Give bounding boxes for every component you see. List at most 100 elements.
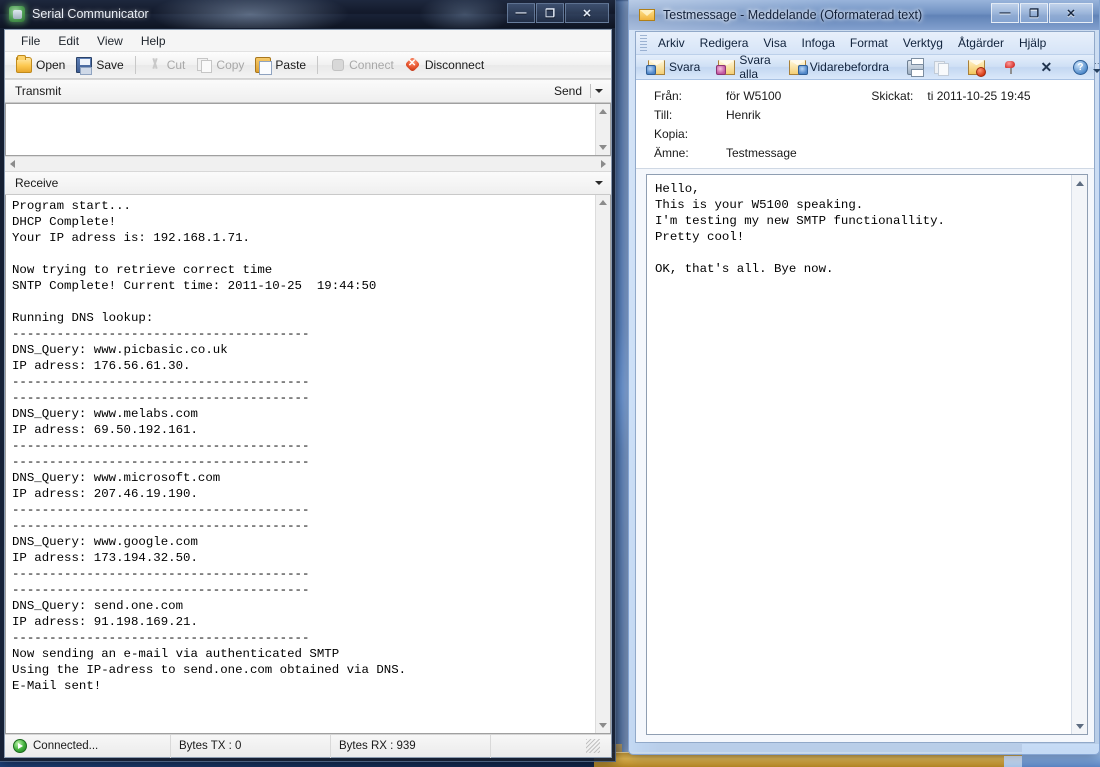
print-button[interactable] bbox=[903, 58, 928, 77]
scissors-icon bbox=[147, 57, 163, 73]
send-button[interactable]: Send bbox=[546, 82, 590, 100]
reply-all-button[interactable]: Svara alla bbox=[714, 51, 774, 83]
resize-grip-icon[interactable] bbox=[586, 739, 600, 753]
copy-icon bbox=[933, 60, 950, 75]
serial-window-controls[interactable]: — ❐ ✕ bbox=[507, 3, 609, 23]
serial-window-body: File Edit View Help Open Save Cut bbox=[4, 29, 612, 758]
menu-item-atgarder[interactable]: Åtgärder bbox=[951, 33, 1011, 53]
transmit-section-header: Transmit Send bbox=[5, 79, 611, 103]
scroll-up-icon[interactable] bbox=[1072, 175, 1088, 191]
mail-body-area[interactable]: Hello, This is your W5100 speaking. I'm … bbox=[646, 174, 1088, 735]
maximize-button[interactable]: ❐ bbox=[1020, 3, 1048, 23]
close-button[interactable]: ✕ bbox=[565, 3, 609, 23]
menu-item-redigera[interactable]: Redigera bbox=[693, 33, 756, 53]
close-button[interactable]: ✕ bbox=[1049, 3, 1093, 23]
mail-window-controls[interactable]: — ❐ ✕ bbox=[991, 3, 1093, 23]
mail-body-vertical-scrollbar[interactable] bbox=[1071, 175, 1087, 734]
transmit-horizontal-scrollbar[interactable] bbox=[5, 156, 611, 171]
serial-toolbar[interactable]: Open Save Cut Copy Paste bbox=[5, 52, 611, 79]
menu-item-arkiv[interactable]: Arkiv bbox=[651, 33, 692, 53]
toolbar-overflow-button[interactable]: ·· bbox=[1093, 56, 1100, 79]
serial-menu-bar[interactable]: File Edit View Help bbox=[5, 30, 611, 52]
scroll-up-icon[interactable] bbox=[596, 195, 611, 210]
flag-icon bbox=[1003, 60, 1020, 75]
to-value[interactable]: Henrik bbox=[726, 108, 761, 122]
transmit-label: Transmit bbox=[15, 84, 61, 98]
receive-console-text: Program start... DHCP Complete! Your IP … bbox=[12, 198, 593, 731]
open-button[interactable]: Open bbox=[11, 55, 70, 75]
background-window-blue-edge bbox=[1004, 756, 1022, 767]
cut-button-label: Cut bbox=[167, 58, 186, 72]
scroll-up-icon[interactable] bbox=[596, 104, 611, 119]
to-label: Till: bbox=[654, 108, 726, 122]
reply-button[interactable]: Svara bbox=[644, 58, 704, 77]
flag-button[interactable] bbox=[999, 58, 1024, 77]
scroll-right-icon[interactable] bbox=[596, 157, 611, 172]
serial-title-bar[interactable]: Serial Communicator — ❐ ✕ bbox=[0, 0, 615, 28]
mail-cc-row: Kopia: bbox=[654, 127, 1084, 141]
transmit-vertical-scrollbar[interactable] bbox=[595, 104, 610, 155]
toolbar-separator bbox=[135, 56, 136, 74]
scroll-down-icon[interactable] bbox=[596, 718, 611, 733]
serial-communicator-window[interactable]: Serial Communicator — ❐ ✕ File Edit View… bbox=[0, 0, 616, 762]
receive-section: Receive Program start... DHCP Complete! … bbox=[5, 171, 611, 734]
mail-title-bar[interactable]: Testmessage - Meddelande (Oformaterad te… bbox=[629, 0, 1099, 30]
scroll-left-icon[interactable] bbox=[5, 157, 20, 172]
copy-button bbox=[929, 58, 954, 77]
menu-item-hjalp[interactable]: Hjälp bbox=[1012, 33, 1053, 53]
forward-button[interactable]: Vidarebefordra bbox=[785, 58, 893, 77]
scroll-down-icon[interactable] bbox=[1072, 718, 1088, 734]
menu-item-infoga[interactable]: Infoga bbox=[795, 33, 842, 53]
mail-from-row: Från: för W5100 Skickat: ti 2011-10-25 1… bbox=[654, 89, 1084, 103]
folder-open-icon bbox=[16, 57, 32, 73]
receive-label: Receive bbox=[15, 176, 58, 190]
mail-toolbar[interactable]: Svara Svara alla Vidarebefordra bbox=[636, 55, 1094, 80]
disconnect-icon bbox=[405, 57, 421, 73]
send-options-chevron-down-icon[interactable] bbox=[591, 82, 607, 100]
minimize-button[interactable]: — bbox=[507, 3, 535, 23]
mail-window-body: Arkiv Redigera Visa Infoga Format Verkty… bbox=[635, 31, 1095, 743]
help-button[interactable]: ? bbox=[1069, 58, 1092, 77]
menu-item-format[interactable]: Format bbox=[843, 33, 895, 53]
scroll-down-icon[interactable] bbox=[596, 140, 611, 155]
sent-label: Skickat: bbox=[871, 89, 927, 103]
mail-menu-bar[interactable]: Arkiv Redigera Visa Infoga Format Verkty… bbox=[636, 32, 1094, 55]
maximize-button[interactable]: ❐ bbox=[536, 3, 564, 23]
menu-item-file[interactable]: File bbox=[13, 31, 48, 51]
clipboard-paste-icon bbox=[255, 57, 271, 73]
menu-item-help[interactable]: Help bbox=[133, 31, 174, 51]
menu-item-view[interactable]: View bbox=[89, 31, 131, 51]
sent-value: ti 2011-10-25 19:45 bbox=[927, 89, 1030, 103]
copy-button: Copy bbox=[191, 55, 249, 75]
overflow-dots-icon: ·· bbox=[1094, 61, 1099, 67]
menu-drag-handle[interactable] bbox=[640, 35, 647, 51]
transmit-input[interactable] bbox=[5, 103, 611, 156]
save-button[interactable]: Save bbox=[71, 55, 128, 75]
receive-options-chevron-down-icon[interactable] bbox=[591, 174, 607, 192]
open-button-label: Open bbox=[36, 58, 65, 72]
status-bytes-rx-label: Bytes RX : 939 bbox=[339, 740, 416, 752]
receive-console[interactable]: Program start... DHCP Complete! Your IP … bbox=[5, 195, 611, 734]
mark-unread-button[interactable] bbox=[964, 58, 989, 77]
delete-button[interactable]: ✕ bbox=[1034, 58, 1059, 77]
subject-value: Testmessage bbox=[726, 146, 797, 160]
toolbar-separator bbox=[317, 56, 318, 74]
menu-item-edit[interactable]: Edit bbox=[50, 31, 87, 51]
mail-message-window[interactable]: Testmessage - Meddelande (Oformaterad te… bbox=[628, 0, 1100, 755]
from-label: Från: bbox=[654, 89, 726, 103]
menu-item-verktyg[interactable]: Verktyg bbox=[896, 33, 950, 53]
minimize-button[interactable]: — bbox=[991, 3, 1019, 23]
from-value[interactable]: för W5100 bbox=[726, 89, 781, 103]
paste-button[interactable]: Paste bbox=[250, 55, 311, 75]
menu-item-visa[interactable]: Visa bbox=[756, 33, 793, 53]
delete-icon: ✕ bbox=[1038, 60, 1055, 75]
floppy-disk-icon bbox=[76, 57, 92, 73]
cc-label: Kopia: bbox=[654, 127, 726, 141]
receive-vertical-scrollbar[interactable] bbox=[595, 195, 610, 733]
reply-all-button-label: Svara alla bbox=[739, 53, 770, 81]
serial-app-icon bbox=[9, 6, 25, 22]
reply-all-icon bbox=[718, 60, 735, 75]
status-bytes-tx: Bytes TX : 0 bbox=[171, 735, 331, 758]
mail-envelope-icon bbox=[639, 9, 655, 21]
disconnect-button[interactable]: Disconnect bbox=[400, 55, 489, 75]
